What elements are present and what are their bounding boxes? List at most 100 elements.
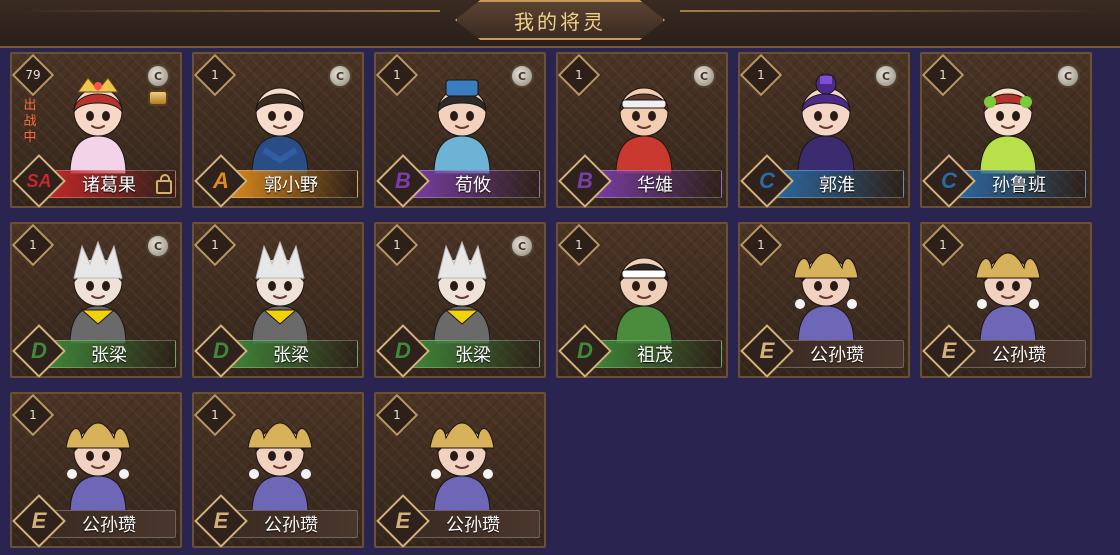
character-name: 孙鲁班 bbox=[992, 175, 1046, 196]
character-card[interactable]: 1 C 张梁 D bbox=[10, 222, 182, 378]
character-portrait bbox=[251, 87, 309, 175]
c-coin-icon: C bbox=[328, 64, 352, 88]
level-badge: 1 bbox=[11, 393, 55, 437]
character-portrait bbox=[69, 77, 127, 175]
level-badge: 1 bbox=[739, 223, 783, 267]
level-badge: 1 bbox=[739, 53, 783, 97]
portrait-container bbox=[780, 234, 872, 345]
level-badge: 1 bbox=[557, 53, 601, 97]
character-name: 诸葛果 bbox=[82, 175, 136, 196]
character-card[interactable]: 1 公孙瓒 E bbox=[192, 392, 364, 548]
character-name: 荀攸 bbox=[455, 175, 491, 196]
character-portrait bbox=[979, 87, 1037, 175]
portrait-container bbox=[416, 404, 508, 515]
level-text: 1 bbox=[575, 68, 583, 82]
header-bar: 我的将灵 bbox=[0, 0, 1120, 48]
level-text: 1 bbox=[757, 238, 765, 252]
grade-text: D bbox=[577, 338, 593, 363]
c-coin-icon: C bbox=[1056, 64, 1080, 88]
lock-icon[interactable] bbox=[156, 174, 172, 194]
character-portrait bbox=[251, 240, 309, 345]
level-badge: 1 bbox=[375, 393, 419, 437]
level-text: 1 bbox=[393, 68, 401, 82]
character-name: 郭小野 bbox=[264, 175, 318, 196]
character-card[interactable]: 1 公孙瓒 E bbox=[920, 222, 1092, 378]
grade-text: E bbox=[395, 508, 411, 533]
grade-text: C bbox=[759, 168, 775, 193]
character-portrait bbox=[247, 422, 313, 515]
level-text: 79 bbox=[25, 68, 41, 82]
level-text: 1 bbox=[29, 238, 37, 252]
grade-text: B bbox=[395, 168, 411, 193]
grade-text: E bbox=[941, 338, 957, 363]
c-coin-icon: C bbox=[146, 64, 170, 88]
character-portrait bbox=[615, 87, 673, 175]
level-badge: 1 bbox=[11, 223, 55, 267]
character-card[interactable]: 1 C 郭小野 A bbox=[192, 52, 364, 208]
character-name: 张梁 bbox=[91, 345, 127, 366]
grade-text: SA bbox=[26, 170, 52, 191]
character-name: 祖茂 bbox=[637, 345, 673, 366]
character-name: 张梁 bbox=[273, 345, 309, 366]
character-name: 公孙瓒 bbox=[992, 345, 1046, 366]
level-badge: 1 bbox=[375, 223, 419, 267]
level-text: 1 bbox=[211, 68, 219, 82]
character-portrait bbox=[797, 73, 855, 175]
character-portrait bbox=[975, 252, 1041, 345]
character-card[interactable]: 1 C 郭淮 C bbox=[738, 52, 910, 208]
grade-text: A bbox=[213, 168, 229, 193]
character-card[interactable]: 1 祖茂 D bbox=[556, 222, 728, 378]
level-badge: 1 bbox=[557, 223, 601, 267]
grade-text: B bbox=[577, 168, 593, 193]
character-name: 张梁 bbox=[455, 345, 491, 366]
level-text: 1 bbox=[393, 238, 401, 252]
level-badge: 1 bbox=[193, 393, 237, 437]
character-portrait bbox=[433, 240, 491, 345]
level-text: 1 bbox=[29, 408, 37, 422]
portrait-container bbox=[598, 234, 690, 345]
coin-stack-icon bbox=[148, 90, 168, 106]
level-badge: 1 bbox=[193, 53, 237, 97]
level-text: 1 bbox=[757, 68, 765, 82]
grade-text: E bbox=[31, 508, 47, 533]
character-name: 公孙瓒 bbox=[810, 345, 864, 366]
level-text: 1 bbox=[211, 408, 219, 422]
character-name: 公孙瓒 bbox=[82, 515, 136, 536]
grade-text: D bbox=[213, 338, 229, 363]
deployed-status: 出战中 bbox=[23, 98, 37, 145]
level-badge: 1 bbox=[193, 223, 237, 267]
character-card[interactable]: 1 公孙瓒 E bbox=[374, 392, 546, 548]
page-title: 我的将灵 bbox=[514, 9, 606, 34]
character-portrait bbox=[615, 257, 673, 345]
portrait-container bbox=[52, 64, 144, 175]
portrait-container bbox=[52, 234, 144, 345]
character-portrait bbox=[433, 79, 491, 175]
grade-text: D bbox=[31, 338, 47, 363]
level-text: 1 bbox=[211, 238, 219, 252]
level-badge: 1 bbox=[921, 53, 965, 97]
title-plate: 我的将灵 bbox=[455, 0, 665, 40]
c-coin-icon: C bbox=[510, 64, 534, 88]
c-coin-icon: C bbox=[510, 234, 534, 258]
character-card[interactable]: 1 C 荀攸 B bbox=[374, 52, 546, 208]
grade-text: E bbox=[213, 508, 229, 533]
portrait-container bbox=[234, 404, 326, 515]
character-card[interactable]: 1 公孙瓒 E bbox=[738, 222, 910, 378]
level-badge: 1 bbox=[921, 223, 965, 267]
portrait-container bbox=[416, 64, 508, 175]
character-card[interactable]: 1 C 张梁 D bbox=[374, 222, 546, 378]
character-portrait bbox=[69, 240, 127, 345]
character-name: 公孙瓒 bbox=[446, 515, 500, 536]
grade-text: E bbox=[759, 338, 775, 363]
character-card[interactable]: 1 C 孙鲁班 C bbox=[920, 52, 1092, 208]
character-portrait bbox=[793, 252, 859, 345]
c-coin-icon: C bbox=[692, 64, 716, 88]
level-badge: 79 bbox=[11, 53, 55, 97]
portrait-container bbox=[598, 64, 690, 175]
portrait-container bbox=[234, 64, 326, 175]
c-coin-icon: C bbox=[146, 234, 170, 258]
character-card[interactable]: 1 C 华雄 B bbox=[556, 52, 728, 208]
character-card[interactable]: 1 张梁 D bbox=[192, 222, 364, 378]
character-card[interactable]: 79 C 出战中诸葛果 SA bbox=[10, 52, 182, 208]
character-card[interactable]: 1 公孙瓒 E bbox=[10, 392, 182, 548]
